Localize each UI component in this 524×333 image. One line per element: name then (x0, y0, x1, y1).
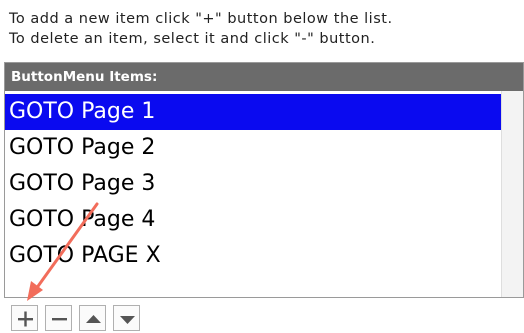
buttonmenu-items-panel: ButtonMenu Items: GOTO Page 1 GOTO Page … (4, 62, 524, 298)
instructions: To add a new item click "+" button below… (9, 9, 393, 49)
list-item[interactable]: GOTO Page 1 (5, 94, 501, 130)
vertical-scrollbar[interactable] (501, 91, 523, 297)
items-list[interactable]: GOTO Page 1 GOTO Page 2 GOTO Page 3 GOTO… (5, 94, 501, 297)
list-item[interactable]: GOTO PAGE X (5, 238, 501, 274)
instruction-delete: To delete an item, select it and click "… (9, 31, 376, 47)
list-item[interactable]: GOTO Page 4 (5, 202, 501, 238)
list-item[interactable]: GOTO Page 2 (5, 130, 501, 166)
move-up-button[interactable] (79, 305, 106, 331)
add-item-button[interactable] (11, 305, 38, 331)
panel-title: ButtonMenu Items: (5, 63, 523, 91)
minus-icon (52, 318, 67, 321)
triangle-up-icon (86, 315, 101, 323)
instruction-add: To add a new item click "+" button below… (9, 11, 393, 27)
items-list-area: GOTO Page 1 GOTO Page 2 GOTO Page 3 GOTO… (5, 91, 523, 297)
list-toolbar (11, 305, 140, 331)
remove-item-button[interactable] (45, 305, 72, 331)
list-item[interactable]: GOTO Page 3 (5, 166, 501, 202)
move-down-button[interactable] (113, 305, 140, 331)
plus-icon (18, 311, 33, 327)
triangle-down-icon (120, 316, 135, 324)
